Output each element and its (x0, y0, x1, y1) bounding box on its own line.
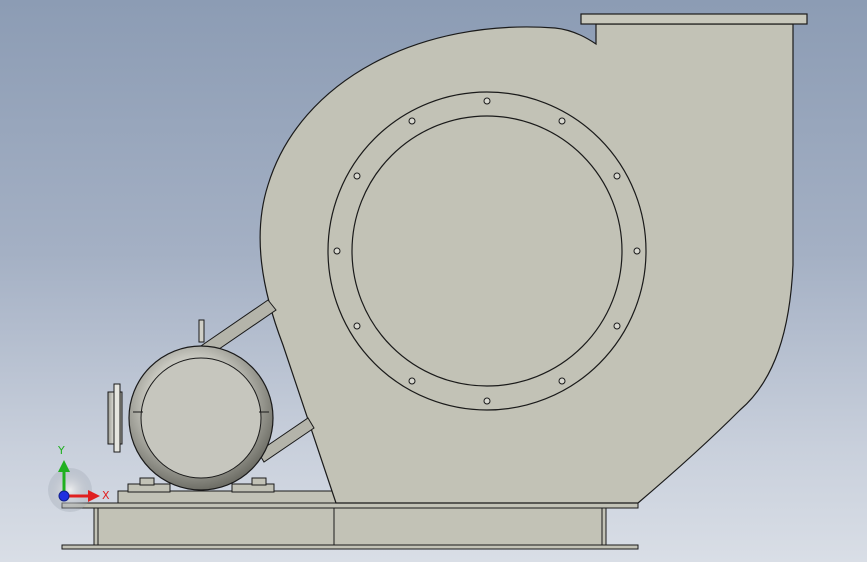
y-axis-label: Y (58, 444, 65, 457)
motor-end-cap (140, 357, 262, 479)
bolt-hole (613, 172, 621, 180)
outlet-flange[interactable] (580, 13, 808, 25)
bolt-hole (558, 377, 566, 385)
x-axis-label: X (102, 489, 110, 502)
fan-model[interactable] (0, 0, 867, 562)
base-bottom-flange[interactable] (61, 544, 639, 550)
bolt-hole (333, 247, 341, 255)
bolt-hole (353, 172, 361, 180)
base-top-flange[interactable] (61, 502, 639, 509)
bolt-hole (613, 322, 621, 330)
y-arrow-icon (58, 460, 70, 472)
motor-lifting-eye (198, 319, 205, 343)
inlet-opening[interactable] (351, 115, 623, 387)
bolt-hole (483, 97, 491, 105)
bolt-hole (483, 397, 491, 405)
cad-viewport[interactable]: Y X (0, 0, 867, 562)
bolt-hole (633, 247, 641, 255)
x-arrow-icon (88, 490, 100, 502)
motor-platform[interactable] (117, 490, 337, 504)
base-web[interactable] (93, 507, 607, 546)
bolt-hole (408, 377, 416, 385)
bolt-hole (558, 117, 566, 125)
motor-terminal-plate (113, 383, 121, 453)
bolt-hole (353, 322, 361, 330)
z-origin-icon (58, 490, 70, 502)
bolt-hole (408, 117, 416, 125)
